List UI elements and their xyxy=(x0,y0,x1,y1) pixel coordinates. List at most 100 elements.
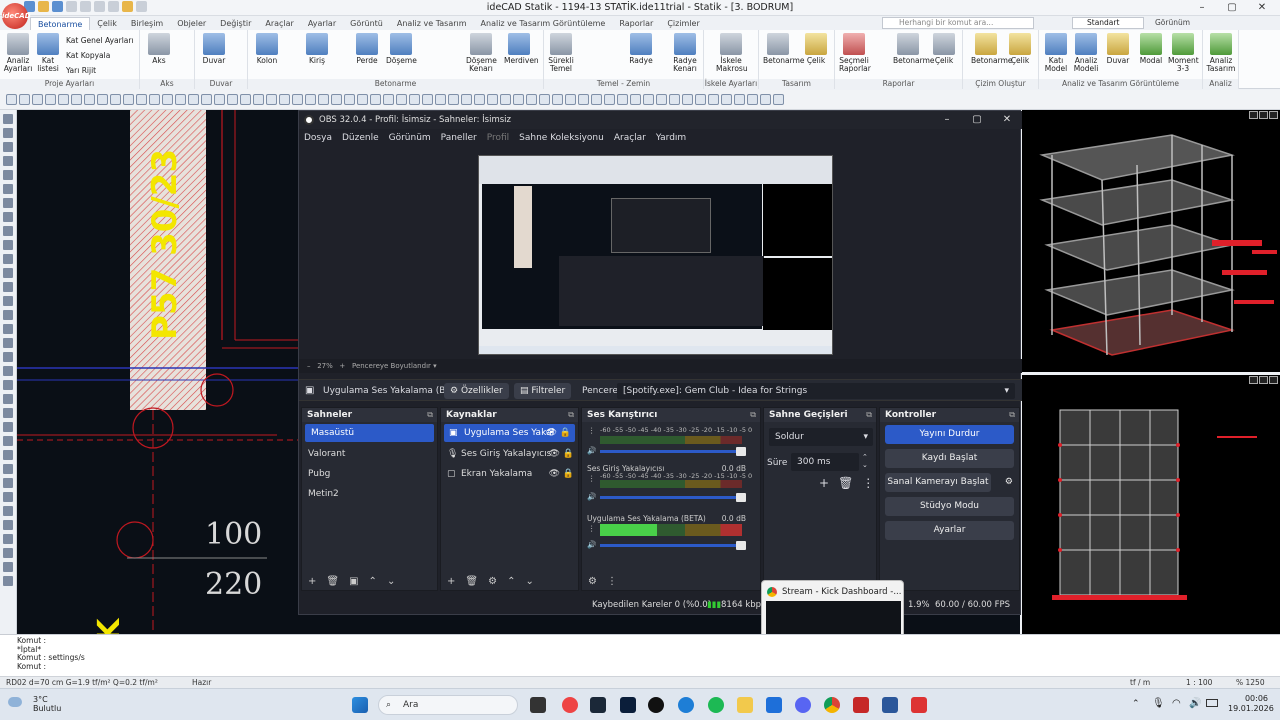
toolbar-tool-icon[interactable] xyxy=(266,94,277,105)
toolbar-tool-icon[interactable] xyxy=(383,94,394,105)
toolbar-tool-icon[interactable] xyxy=(448,94,459,105)
system-clock[interactable]: 00:06 19.01.2026 xyxy=(1228,694,1274,714)
wifi-icon[interactable]: ◠ xyxy=(1172,698,1181,709)
side-tool-icon[interactable] xyxy=(3,324,13,334)
tab-raporlar[interactable]: Raporlar xyxy=(612,17,660,30)
command-input[interactable]: Komut : xyxy=(17,662,1263,672)
toolbar-tool-icon[interactable] xyxy=(331,94,342,105)
toolbar-tool-icon[interactable] xyxy=(84,94,95,105)
toolbar-tool-icon[interactable] xyxy=(214,94,225,105)
toolbar-tool-icon[interactable] xyxy=(526,94,537,105)
side-tool-icon[interactable] xyxy=(3,212,13,222)
analiz-modeli-button[interactable]: Analiz Modeli xyxy=(1071,33,1101,73)
toolbar-tool-icon[interactable] xyxy=(656,94,667,105)
properties-button[interactable]: ⚙ Özellikler xyxy=(444,383,509,399)
move-down-icon[interactable]: ⌄ xyxy=(387,574,395,590)
radye-button[interactable]: Radye xyxy=(626,33,656,65)
cizim-celik-button[interactable]: Çelik xyxy=(1005,33,1035,65)
side-tool-icon[interactable] xyxy=(3,338,13,348)
toolbar-tool-icon[interactable] xyxy=(6,94,17,105)
side-tool-icon[interactable] xyxy=(3,156,13,166)
start-recording-button[interactable]: Kaydı Başlat xyxy=(885,449,1014,468)
volume-slider[interactable] xyxy=(600,493,746,502)
windows-start-icon[interactable] xyxy=(352,697,368,713)
tab-birlesim[interactable]: Birleşim xyxy=(124,17,170,30)
source-item[interactable]: ▢ Ekran Yakalama 👁 🔒 xyxy=(441,464,578,484)
kolon-button[interactable]: Kolon xyxy=(252,33,282,65)
tab-cizimler[interactable]: Çizimler xyxy=(660,17,706,30)
side-tool-icon[interactable] xyxy=(3,436,13,446)
window-select[interactable]: [Spotify.exe]: Gem Club - Idea for Strin… xyxy=(617,383,1015,399)
trash-icon[interactable]: 🗑 xyxy=(838,476,853,490)
kat-genel-ayarlari-button[interactable]: Kat Genel Ayarları xyxy=(66,36,134,45)
toolbar-tool-icon[interactable] xyxy=(162,94,173,105)
menu-duzenle[interactable]: Düzenle xyxy=(342,129,379,147)
filter-icon[interactable]: ▣ xyxy=(349,574,358,590)
microphone-icon[interactable]: 🎙 xyxy=(1152,698,1165,709)
side-tool-icon[interactable] xyxy=(3,394,13,404)
side-tool-icon[interactable] xyxy=(3,450,13,460)
side-tool-icon[interactable] xyxy=(3,296,13,306)
duvar-button[interactable]: Duvar xyxy=(199,33,229,65)
analiz-tasarim-button[interactable]: Analiz Tasarım xyxy=(1206,33,1236,73)
toolbar-tool-icon[interactable] xyxy=(32,94,43,105)
3d-model-viewport[interactable] xyxy=(1022,110,1280,372)
side-tool-icon[interactable] xyxy=(3,422,13,432)
side-tool-icon[interactable] xyxy=(3,576,13,586)
close-icon[interactable] xyxy=(1269,111,1278,119)
add-icon[interactable]: + xyxy=(447,574,455,590)
toolbar-tool-icon[interactable] xyxy=(292,94,303,105)
obs-close-icon[interactable]: ✕ xyxy=(992,111,1022,129)
toolbar-tool-icon[interactable] xyxy=(461,94,472,105)
word-icon[interactable] xyxy=(882,697,898,713)
mail-icon[interactable] xyxy=(766,697,782,713)
toolbar-tool-icon[interactable] xyxy=(188,94,199,105)
transition-select[interactable]: Soldur ▾ xyxy=(769,428,873,446)
scene-item[interactable]: Masaüstü xyxy=(305,424,434,442)
toolbar-tool-icon[interactable] xyxy=(357,94,368,105)
radye-kenari-button[interactable]: Radye Kenarı xyxy=(670,33,700,73)
toolbar-tool-icon[interactable] xyxy=(110,94,121,105)
toolbar-tool-icon[interactable] xyxy=(565,94,576,105)
tab-ayarlar[interactable]: Ayarlar xyxy=(301,17,343,30)
side-tool-icon[interactable] xyxy=(3,520,13,530)
steam-icon[interactable] xyxy=(590,697,606,713)
toolbar-tool-icon[interactable] xyxy=(760,94,771,105)
analiz-ayarlari-button[interactable]: Analiz Ayarları xyxy=(3,33,33,73)
lock-icon[interactable]: 🔒 xyxy=(560,424,571,442)
toolbar-tool-icon[interactable] xyxy=(201,94,212,105)
app-icon[interactable] xyxy=(911,697,927,713)
toolbar-tool-icon[interactable] xyxy=(240,94,251,105)
cizim-betonarme-button[interactable]: Betonarme xyxy=(971,33,1013,65)
trash-icon[interactable]: 🗑 xyxy=(326,574,339,590)
toolbar-tool-icon[interactable] xyxy=(409,94,420,105)
dock-undock-icon[interactable]: ⧉ xyxy=(1009,408,1015,422)
tasarim-celik-button[interactable]: Çelik xyxy=(801,33,831,65)
vertical-dots-icon[interactable]: ⋮ xyxy=(607,574,617,590)
menu-paneller[interactable]: Paneller xyxy=(441,129,477,147)
side-tool-icon[interactable] xyxy=(3,310,13,320)
side-tool-icon[interactable] xyxy=(3,464,13,474)
surekli-temel-button[interactable]: Sürekli Temel xyxy=(546,33,576,73)
side-tool-icon[interactable] xyxy=(3,282,13,292)
side-tool-icon[interactable] xyxy=(3,562,13,572)
view-menu[interactable]: Görünüm xyxy=(1155,18,1190,27)
taskbar-search[interactable]: ⌕ Ara xyxy=(378,695,518,715)
slider-handle[interactable] xyxy=(736,541,746,550)
side-tool-icon[interactable] xyxy=(3,184,13,194)
side-tool-icon[interactable] xyxy=(3,226,13,236)
side-tool-icon[interactable] xyxy=(3,492,13,502)
add-icon[interactable]: + xyxy=(819,476,829,490)
side-tool-icon[interactable] xyxy=(3,114,13,124)
iskele-makrosu-button[interactable]: İskele Makrosu xyxy=(716,33,748,73)
edge-icon[interactable] xyxy=(678,697,694,713)
dock-undock-icon[interactable]: ⧉ xyxy=(568,408,574,422)
modal-button[interactable]: Modal xyxy=(1136,33,1166,65)
toolbar-tool-icon[interactable] xyxy=(617,94,628,105)
toolbar-tool-icon[interactable] xyxy=(45,94,56,105)
toolbar-tool-icon[interactable] xyxy=(422,94,433,105)
scene-item[interactable]: Metin2 xyxy=(302,484,437,504)
restore-icon[interactable] xyxy=(1249,376,1258,384)
menu-dosya[interactable]: Dosya xyxy=(304,129,332,147)
maximize-icon[interactable]: ▢ xyxy=(1217,0,1247,16)
